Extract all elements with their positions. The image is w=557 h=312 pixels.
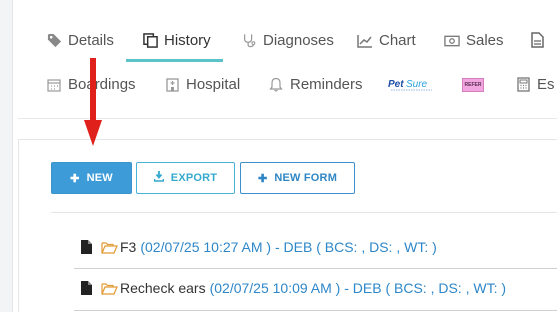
file-icon — [81, 240, 92, 254]
line-chart-icon — [357, 33, 373, 49]
history-entry[interactable]: Recheck ears (02/07/25 10:09 AM ) - DEB … — [81, 280, 506, 296]
new-form-button[interactable]: ✚ NEW FORM — [240, 162, 355, 194]
tab-estimates[interactable]: Es — [515, 76, 555, 93]
hospital-icon — [164, 77, 180, 93]
download-icon — [153, 171, 165, 185]
refer-badge[interactable]: REFER — [462, 78, 484, 92]
tab-chart[interactable]: Chart — [357, 32, 416, 49]
calendar-icon — [46, 77, 62, 93]
tab-sales-label: Sales — [466, 32, 504, 49]
history-entry[interactable]: F3 (02/07/25 10:27 AM ) - DEB ( BCS: , D… — [81, 239, 437, 255]
section-divider — [51, 212, 557, 213]
entry-title[interactable]: F3 — [120, 239, 136, 255]
tab-hospital-label: Hospital — [186, 76, 241, 93]
red-arrow-annotation — [84, 58, 102, 146]
new-button[interactable]: ✚ NEW — [51, 162, 132, 194]
active-tab-indicator — [126, 59, 223, 62]
tab-documents[interactable] — [529, 32, 551, 48]
tab-reminders-label: Reminders — [290, 76, 363, 93]
export-button-label: EXPORT — [170, 172, 218, 184]
plus-icon: ✚ — [257, 172, 268, 185]
tab-chart-label: Chart — [379, 32, 416, 49]
document-icon — [529, 32, 545, 48]
stethoscope-icon — [241, 33, 257, 49]
svg-text:Sure: Sure — [406, 79, 428, 90]
calculator-icon — [515, 77, 531, 93]
entry-divider — [74, 268, 557, 269]
tab-diagnoses[interactable]: Diagnoses — [241, 32, 334, 49]
tab-hospital[interactable]: Hospital — [164, 76, 240, 93]
file-icon — [81, 281, 92, 295]
copy-icon — [142, 33, 158, 49]
entry-meta: (02/07/25 10:09 AM ) - DEB ( BCS: , DS: … — [209, 280, 507, 296]
tab-estimates-label: Es — [537, 76, 555, 93]
entry-meta: (02/07/25 10:27 AM ) - DEB ( BCS: , DS: … — [140, 239, 437, 255]
entry-title[interactable]: Recheck ears — [120, 280, 206, 296]
new-form-button-label: NEW FORM — [274, 172, 338, 184]
bell-icon — [268, 77, 284, 93]
tab-diagnoses-label: Diagnoses — [263, 32, 334, 49]
refer-badge-text: REFER — [464, 82, 482, 88]
entry-divider — [74, 310, 557, 311]
tab-sales[interactable]: Sales — [444, 32, 504, 49]
svg-text:Pet: Pet — [388, 79, 404, 90]
new-button-label: NEW — [86, 172, 113, 184]
tab-history-label: History — [164, 32, 211, 49]
tag-icon — [46, 33, 62, 49]
folder-open-icon — [101, 282, 118, 295]
tab-details-label: Details — [68, 32, 114, 49]
export-button[interactable]: EXPORT — [136, 162, 235, 194]
tab-history[interactable]: History — [142, 32, 211, 49]
plus-icon: ✚ — [70, 172, 80, 185]
tab-details[interactable]: Details — [46, 32, 114, 49]
petsure-logo[interactable]: Pet Sure — [388, 77, 438, 93]
tab-reminders[interactable]: Reminders — [268, 76, 363, 93]
money-icon — [444, 33, 460, 49]
folder-open-icon — [101, 241, 118, 254]
